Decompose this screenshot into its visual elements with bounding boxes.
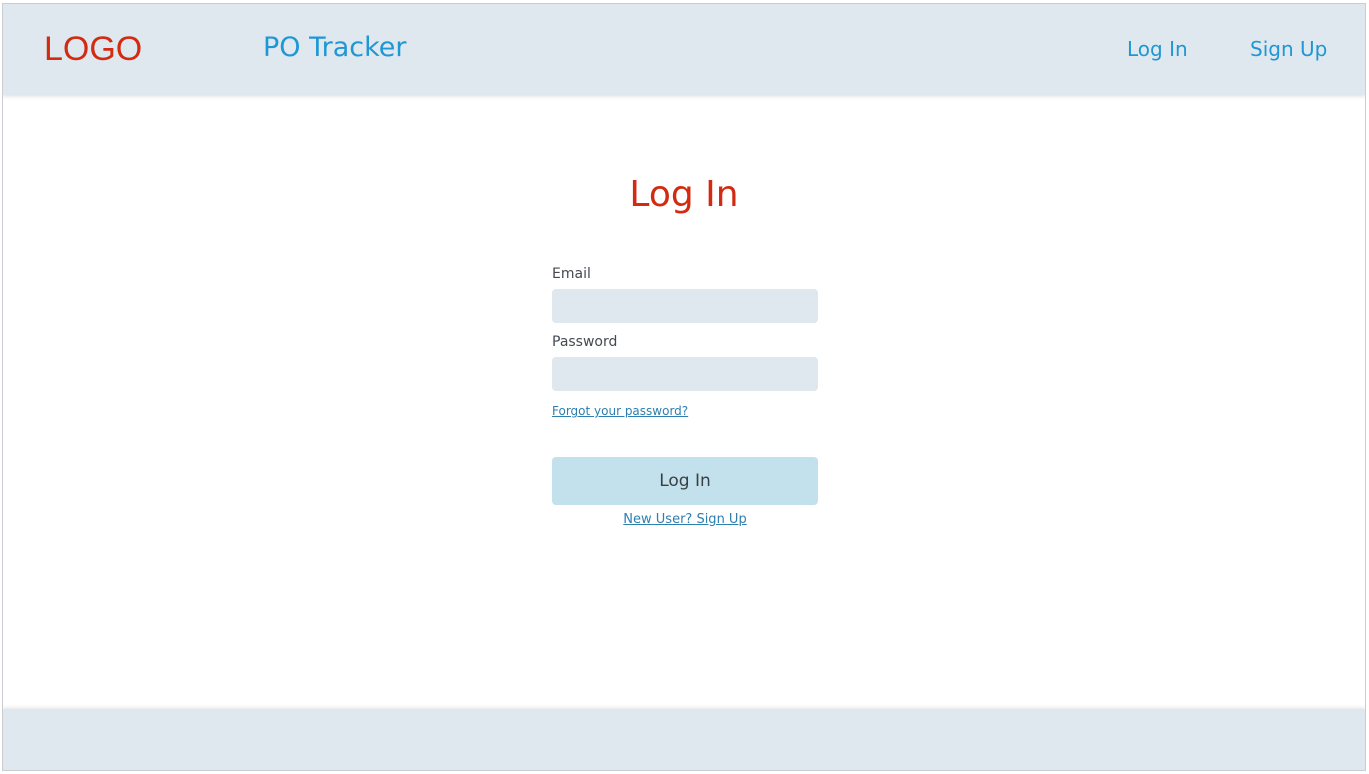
new-user-signup-link[interactable]: New User? Sign Up	[552, 512, 818, 527]
footer-bar	[3, 709, 1365, 770]
login-form: Email Password Forgot your password? Log…	[552, 264, 818, 527]
nav-login-link[interactable]: Log In	[1127, 37, 1188, 61]
app-title: PO Tracker	[263, 32, 407, 63]
forgot-password-link[interactable]: Forgot your password?	[552, 404, 688, 418]
password-field[interactable]	[552, 357, 818, 391]
header-bar: LOGO PO Tracker Log In Sign Up	[3, 4, 1365, 95]
password-label: Password	[552, 334, 618, 350]
app-window: LOGO PO Tracker Log In Sign Up Log In Em…	[2, 3, 1366, 771]
page-title: Log In	[629, 174, 739, 215]
logo[interactable]: LOGO	[44, 30, 142, 69]
email-field[interactable]	[552, 289, 818, 323]
nav-signup-link[interactable]: Sign Up	[1250, 37, 1327, 61]
login-button[interactable]: Log In	[552, 457, 818, 505]
email-label: Email	[552, 266, 591, 282]
